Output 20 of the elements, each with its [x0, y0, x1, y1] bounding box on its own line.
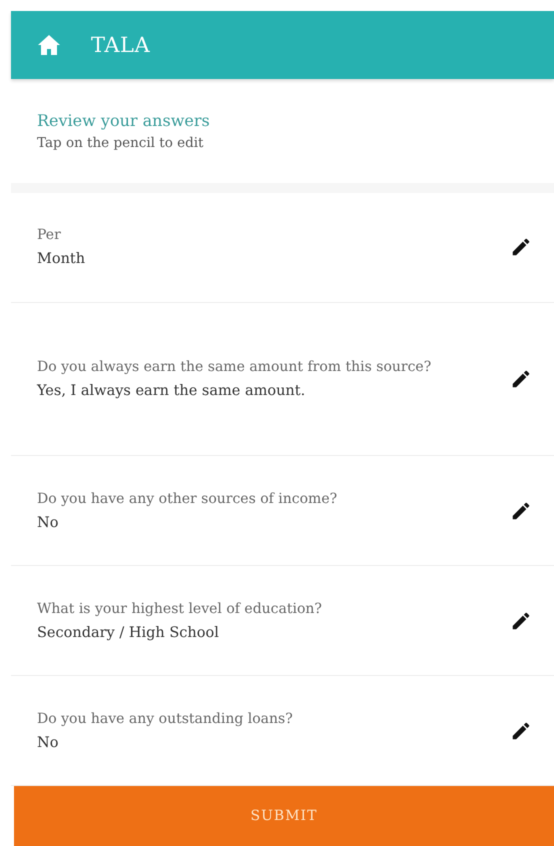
answer-text: Month — [37, 250, 86, 270]
edit-icon[interactable] — [510, 720, 532, 742]
answer-text: Yes, I always earn the same amount. — [37, 382, 306, 402]
question-text: What is your highest level of education? — [37, 600, 323, 619]
question-text: Do you have any other sources of income? — [37, 490, 338, 509]
answer-text: Secondary / High School — [37, 624, 220, 643]
edit-hint: Tap on the pencil to edit — [37, 134, 204, 153]
app-title: TALA — [91, 33, 150, 57]
edit-icon[interactable] — [510, 236, 532, 258]
question-text: Do you always earn the same amount from this source? — [37, 358, 432, 378]
edit-icon[interactable] — [510, 500, 532, 522]
edit-icon[interactable] — [510, 610, 532, 632]
submit-button[interactable]: SUBMIT — [14, 786, 554, 846]
question-text: Per — [37, 226, 62, 246]
review-title: Review your answers — [37, 110, 211, 132]
edit-icon[interactable] — [510, 368, 532, 390]
answer-text: No — [37, 734, 60, 753]
answer-text: No — [37, 514, 60, 533]
home-icon[interactable] — [37, 33, 61, 57]
question-text: Do you have any outstanding loans? — [37, 710, 294, 729]
